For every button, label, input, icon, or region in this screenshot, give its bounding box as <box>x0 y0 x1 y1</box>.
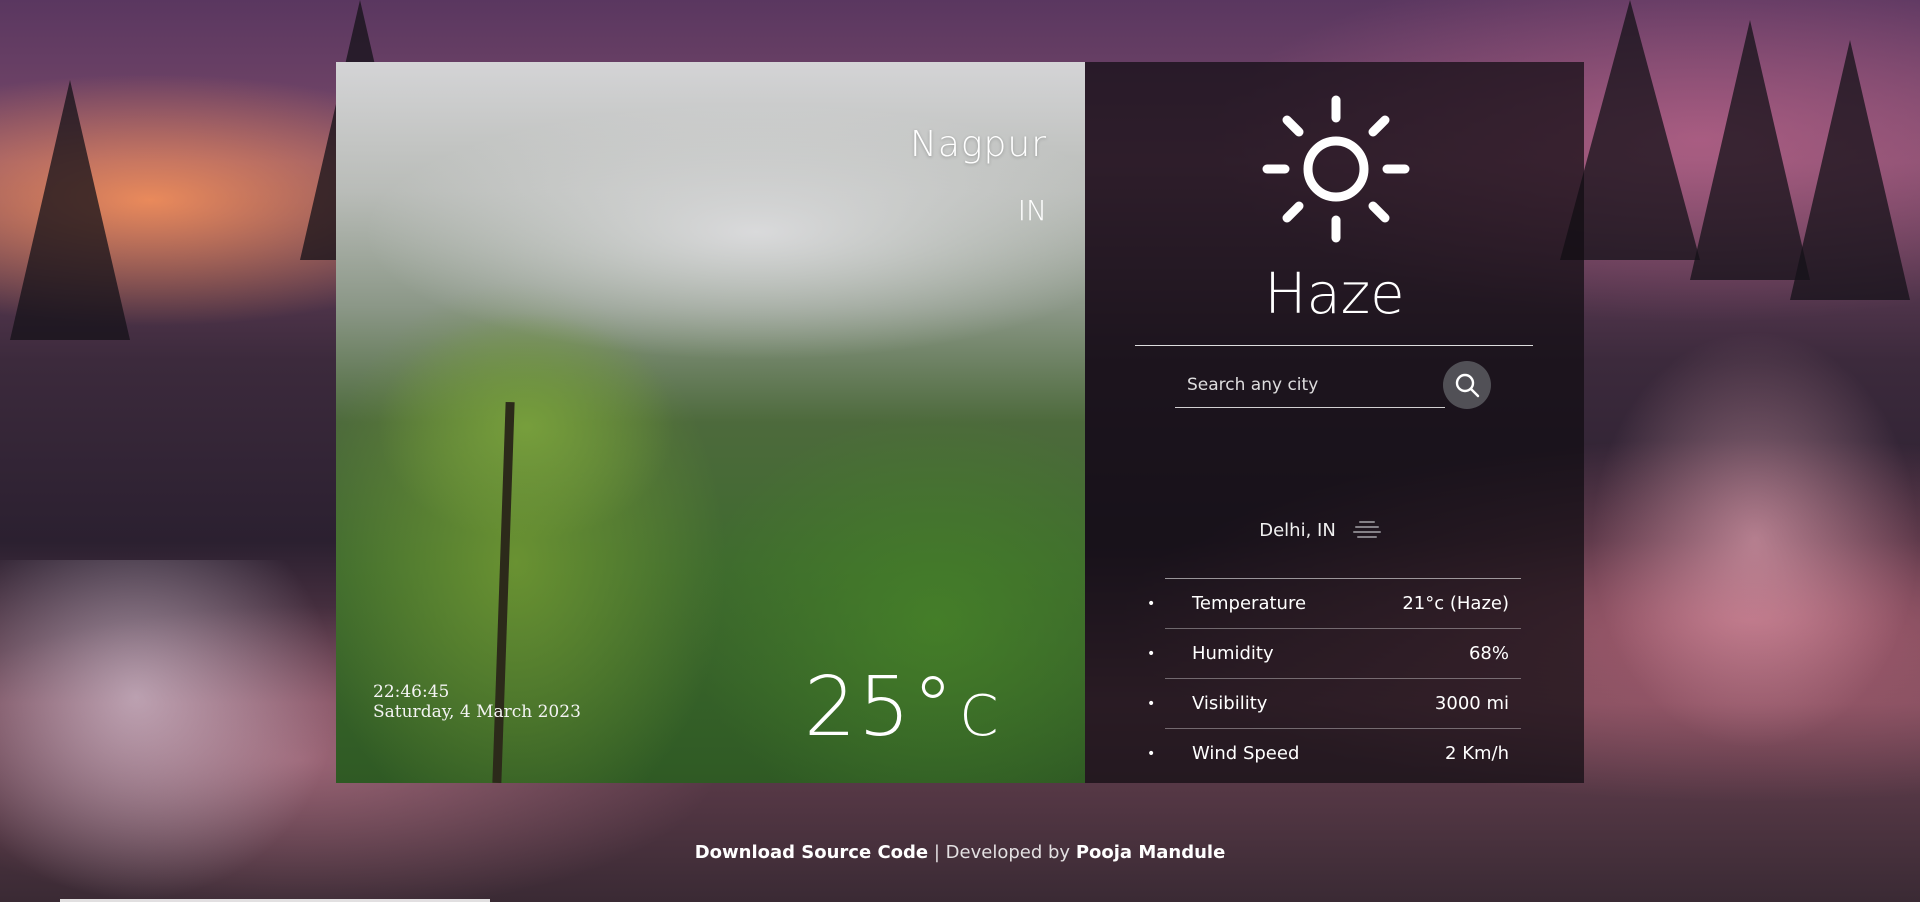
weather-card: Nagpur IN 22:46:45 Saturday, 4 March 202… <box>336 62 1584 783</box>
current-date: Saturday, 4 March 2023 <box>373 702 581 722</box>
detail-value: 3000 mi <box>1434 693 1509 714</box>
detail-value: 21°c (Haze) <box>1402 593 1509 614</box>
location-photo: Nagpur IN 22:46:45 Saturday, 4 March 202… <box>336 62 1085 783</box>
background-snow <box>1590 330 1920 750</box>
search-result: Delhi, IN <box>1085 519 1584 541</box>
current-time: 22:46:45 <box>373 682 450 702</box>
footer-separator: | <box>933 842 940 863</box>
detail-label: Visibility <box>1192 693 1268 714</box>
footer: Download Source Code | Developed by Pooj… <box>0 842 1920 863</box>
palm-tree <box>376 312 676 542</box>
background-tree <box>10 80 130 340</box>
detail-value: 68% <box>1468 643 1509 664</box>
detail-value: 2 Km/h <box>1445 743 1509 764</box>
current-temperature: 25°C <box>804 667 1000 749</box>
weather-panel: Haze Delhi, IN Temperatu <box>1085 62 1584 783</box>
search-input[interactable] <box>1175 374 1445 395</box>
weather-details: Temperature 21°c (Haze) Humidity 68% Vis… <box>1165 578 1521 778</box>
detail-row-humidity: Humidity 68% <box>1165 628 1521 678</box>
temperature-value: 25° <box>804 660 956 755</box>
country-code: IN <box>1017 194 1047 227</box>
divider <box>1135 345 1533 346</box>
author-link[interactable]: Pooja Mandule <box>1076 842 1225 863</box>
city-name: Nagpur <box>909 124 1047 165</box>
detail-label: Wind Speed <box>1192 743 1300 764</box>
detail-row-visibility: Visibility 3000 mi <box>1165 678 1521 728</box>
haze-icon <box>1352 521 1381 538</box>
developed-by-text: Developed by <box>945 842 1071 863</box>
detail-label: Temperature <box>1192 593 1307 614</box>
sun-icon <box>1262 95 1410 243</box>
detail-label: Humidity <box>1192 643 1274 664</box>
background-tree <box>1790 40 1910 300</box>
detail-row-wind-speed: Wind Speed 2 Km/h <box>1165 728 1521 778</box>
weather-condition: Haze <box>1264 262 1405 327</box>
download-source-link[interactable]: Download Source Code <box>695 842 928 863</box>
detail-row-temperature: Temperature 21°c (Haze) <box>1165 578 1521 628</box>
search-field <box>1175 362 1445 408</box>
result-location: Delhi, IN <box>1259 519 1336 541</box>
search-icon <box>1455 373 1480 398</box>
temperature-unit: C <box>959 684 1001 749</box>
search-button[interactable] <box>1443 361 1491 409</box>
